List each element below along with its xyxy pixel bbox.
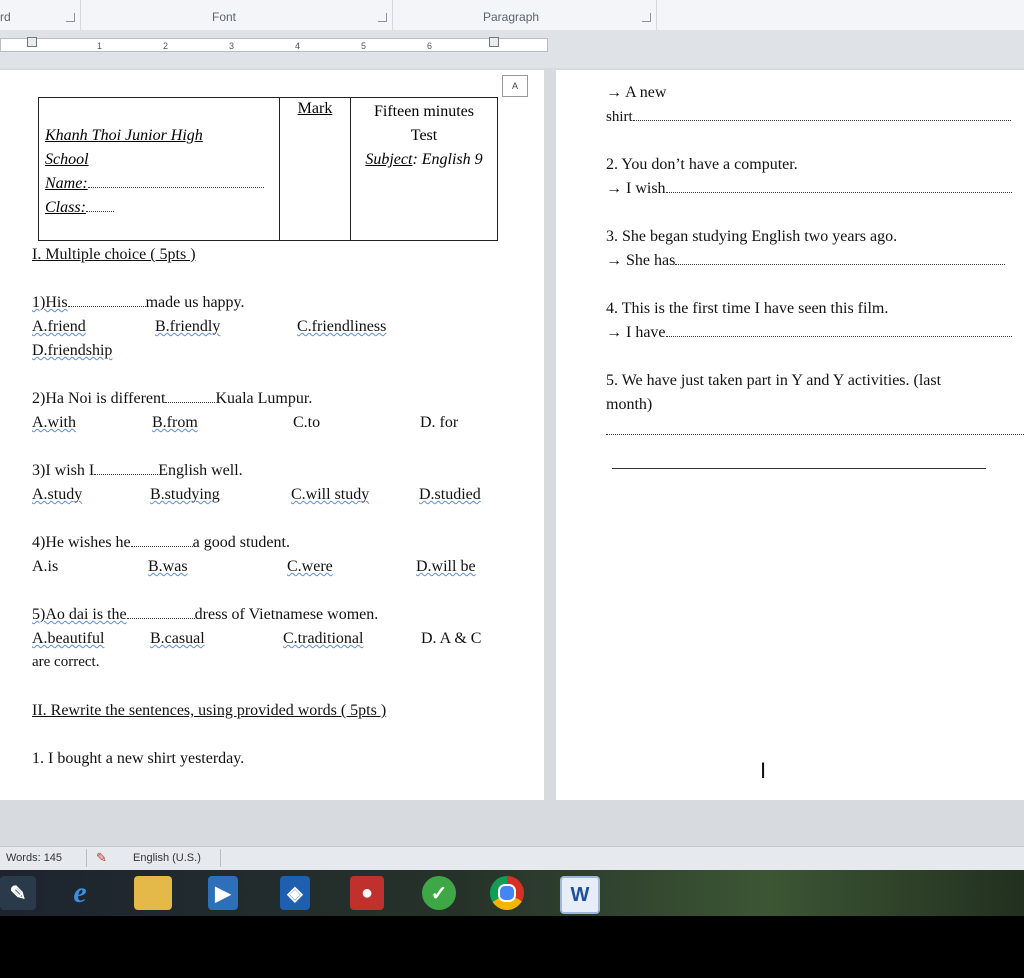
option-text: B.from: [152, 414, 198, 431]
option-text: C.friendliness: [297, 318, 387, 335]
rewrite-sentence-5-cont: month): [606, 396, 653, 413]
ribbon: rd Font Paragraph: [0, 0, 1024, 31]
rewrite-sentence-4: 4. This is the first time I have seen th…: [606, 300, 889, 317]
document-workspace[interactable]: A Khanh Thoi Junior High School Name: Cl…: [0, 68, 1024, 846]
ruler-tick: 1: [97, 41, 103, 51]
question-3-stem: 3)I wish I English well.: [32, 462, 243, 479]
option-text: A.study: [32, 486, 83, 503]
ribbon-separator: [392, 0, 393, 30]
option-text: A.is: [32, 558, 59, 575]
school-name-line2: School: [45, 151, 89, 168]
subject-line: Subject: English 9: [365, 151, 483, 168]
rewrite-4-answer-line: → I have: [606, 324, 1012, 342]
rewrite-2-answer-line: → I wish: [606, 180, 1012, 198]
clipboard-dialog-launcher-icon[interactable]: [66, 13, 75, 22]
ruler-tick: 5: [361, 41, 367, 51]
option-text: D. A & C: [421, 630, 482, 647]
taskbar: ✎ e ▶ ◈ ● ✓ W: [0, 870, 1024, 916]
status-bar: Words: 145 ✎ English (U.S.): [0, 846, 1024, 871]
horizontal-ruler[interactable]: 1 2 3 4 5 6: [0, 37, 548, 52]
word-count[interactable]: Words: 145: [6, 852, 62, 864]
text-cursor-icon: I: [760, 758, 767, 783]
right-indent-marker-icon[interactable]: [489, 37, 499, 47]
ribbon-separator: [80, 0, 81, 30]
name-field: Name:: [45, 172, 279, 196]
header-table: Khanh Thoi Junior High School Name: Clas…: [38, 97, 498, 241]
option-text: C.were: [287, 558, 333, 575]
font-dialog-launcher-icon[interactable]: [378, 13, 387, 22]
option-text: D.studied: [419, 486, 481, 503]
option-text: B.casual: [150, 630, 205, 647]
ruler-tick: 4: [295, 41, 301, 51]
rewrite-sentence-1: 1. I bought a new shirt yesterday.: [32, 750, 245, 767]
word-icon[interactable]: W: [560, 876, 600, 914]
end-divider: [612, 468, 986, 469]
screen-bottom-border: [0, 916, 1024, 978]
option-text: C.to: [293, 414, 321, 431]
section2-title: II. Rewrite the sentences, using provide…: [32, 702, 387, 719]
shield-app-icon[interactable]: ◈: [280, 876, 310, 910]
rewrite-1-answer-arrow: → A new: [606, 84, 667, 101]
option-text: C.traditional: [283, 630, 364, 647]
mark-cell: Mark: [279, 97, 351, 241]
test-title-line2: Test: [410, 127, 438, 144]
status-separator: [220, 849, 221, 867]
rewrite-sentence-5: 5. We have just taken part in Y and Y ac…: [606, 372, 942, 389]
proofing-icon[interactable]: ✎: [96, 850, 107, 866]
class-field: Class:: [45, 196, 279, 220]
ruler-area: 1 2 3 4 5 6: [0, 30, 1024, 68]
option-text: D.friendship: [32, 342, 113, 359]
option-text: B.studying: [150, 486, 220, 503]
question-2-stem: 2)Ha Noi is different Kuala Lumpur.: [32, 390, 313, 407]
option-continuation: are correct.: [32, 654, 100, 670]
status-separator: [86, 849, 87, 867]
internet-explorer-icon[interactable]: e: [62, 876, 98, 910]
ruler-tick: 6: [427, 41, 433, 51]
option-text: B.friendly: [155, 318, 221, 335]
question-4-stem: 4)He wishes he a good student.: [32, 534, 290, 551]
indent-marker-icon[interactable]: [27, 37, 37, 47]
paragraph-dialog-launcher-icon[interactable]: [642, 13, 651, 22]
clipboard-group-label: rd: [0, 10, 11, 24]
rewrite-5-answer-line: [606, 434, 1024, 435]
option-text: D. for: [420, 414, 459, 431]
ruler-tick: 2: [163, 41, 169, 51]
language-indicator[interactable]: English (U.S.): [133, 852, 201, 864]
ruler-tick: 3: [229, 41, 235, 51]
document-page-left[interactable]: A Khanh Thoi Junior High School Name: Cl…: [0, 70, 544, 800]
section1-title: I. Multiple choice ( 5pts ): [32, 246, 196, 263]
media-player-icon[interactable]: ▶: [208, 876, 238, 910]
rewrite-sentence-2: 2. You don’t have a computer.: [606, 156, 798, 173]
question-1-stem: 1)His made us happy.: [32, 294, 245, 311]
option-text: A.friend: [32, 318, 86, 335]
option-text: A.beautiful: [32, 630, 105, 647]
page-marker: A: [502, 75, 528, 97]
test-title-line1: Fifteen minutes: [374, 103, 474, 120]
file-explorer-icon[interactable]: [134, 876, 172, 910]
rewrite-sentence-3: 3. She began studying English two years …: [606, 228, 898, 245]
mark-label: Mark: [297, 100, 333, 117]
test-info-cell: Fifteen minutes Test Subject: English 9: [350, 97, 498, 241]
rewrite-3-answer-line: → She has: [606, 252, 1006, 270]
option-text: D.will be: [416, 558, 476, 575]
ribbon-separator: [656, 0, 657, 30]
option-text: B.was: [148, 558, 188, 575]
option-text: A.with: [32, 414, 76, 431]
video-recorder-icon[interactable]: ●: [350, 876, 384, 910]
option-text: C.will study: [291, 486, 370, 503]
green-app-icon[interactable]: ✓: [422, 876, 456, 910]
paint-icon[interactable]: ✎: [0, 876, 36, 910]
paragraph-group-label: Paragraph: [483, 10, 540, 24]
chrome-icon[interactable]: [490, 876, 524, 910]
document-page-right[interactable]: → A new shirt 2. You don’t have a comput…: [556, 70, 1024, 800]
school-info-cell: Khanh Thoi Junior High School Name: Clas…: [38, 97, 280, 241]
font-group-label: Font: [212, 10, 237, 24]
school-name-line1: Khanh Thoi Junior High: [45, 127, 203, 144]
question-5-stem: 5)Ao dai is the dress of Vietnamese women…: [32, 606, 379, 623]
rewrite-1-answer-line: shirt: [606, 108, 1011, 126]
